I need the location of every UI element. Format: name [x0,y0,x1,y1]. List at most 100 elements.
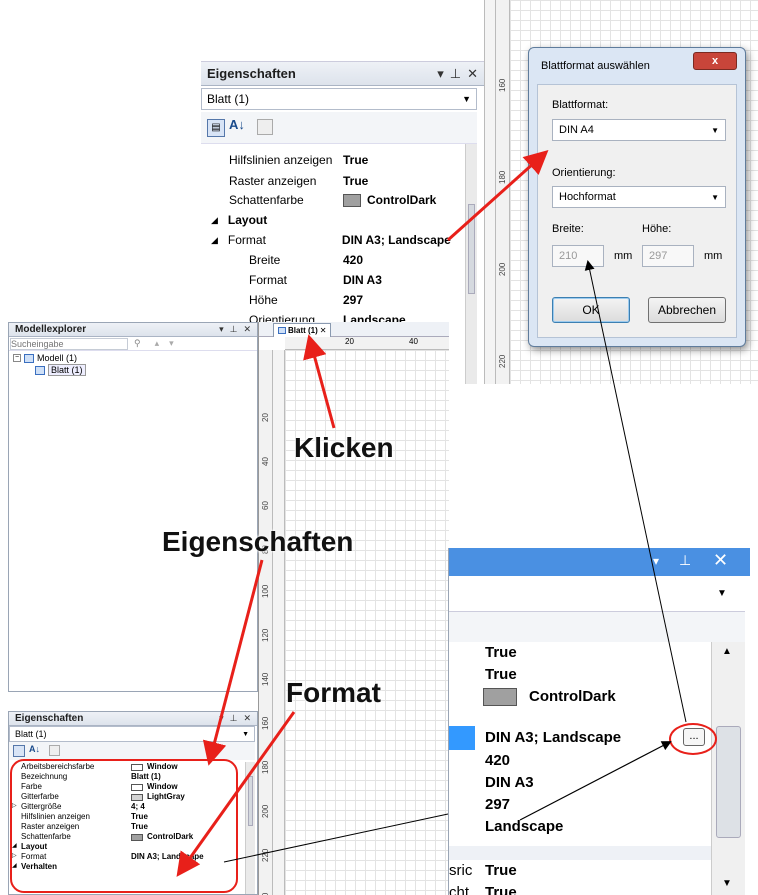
pin-icon[interactable]: ⊥ [450,66,461,82]
dropdown-icon[interactable]: ▾ [653,554,659,568]
bottom-props-scrollbar[interactable] [245,762,255,894]
property-pages-icon[interactable] [49,745,60,756]
categorized-icon[interactable]: ▤ [207,119,225,137]
bottom-props-object-select[interactable]: Blatt (1) ▼ [9,726,255,742]
scrollbar-thumb[interactable] [716,726,741,838]
chevron-down-icon: ▼ [711,192,719,202]
explorer-titlebar: Modellexplorer ▾ ⊥ ✕ [9,323,257,337]
document-tab-strip: Blatt (1) ✕ [259,322,449,337]
page-edge [273,350,285,895]
dialog-titlebar: Blattformat auswählen x [529,48,745,84]
collapse-icon[interactable]: ◢ [211,235,218,246]
scroll-down-icon[interactable]: ▼ [722,878,732,889]
zoom-grid: True True ControlDark DIN A3; Landscape … [449,642,711,895]
prop-row-raster[interactable]: Raster anzeigen True [229,171,465,191]
sort-alpha-icon[interactable]: A↓ [229,117,245,132]
prop-row-hoehe[interactable]: Höhe 297 [249,290,465,310]
format-select[interactable]: DIN A4 ▼ [552,119,726,141]
collapse-icon[interactable]: ◢ [211,215,218,226]
color-swatch [483,688,517,706]
pin-icon[interactable]: ⊥ [679,552,691,569]
sort-alpha-icon[interactable]: A↓ [29,744,40,754]
annotation-eigenschaften: Eigenschaften [162,526,354,557]
annotation-format: Format [286,677,381,708]
tree-node-model[interactable]: − Modell (1) [13,353,86,363]
prop-row-format[interactable]: ◢ Format DIN A3; Landscape [211,230,465,250]
close-tab-icon[interactable]: ✕ [320,326,327,335]
width-label: Breite: [552,223,584,235]
height-unit: mm [704,250,723,262]
pin-dropdown-icon[interactable]: ▾ [437,66,444,82]
dropdown-icon[interactable]: ▾ [219,324,224,335]
annotation-klicken: Klicken [294,432,394,463]
top-vertical-ruler: 160 180 200 220 [496,0,510,384]
model-icon [24,353,34,363]
zoom-titlebar: ▾ ⊥ ✕ [449,548,750,576]
ok-button[interactable]: OK [552,297,630,323]
top-props-object-value: Blatt (1) [207,92,250,106]
format-label: Blattformat: [552,99,609,111]
arrow-down-icon[interactable]: ▾ [169,338,174,349]
scroll-up-icon[interactable]: ▲ [722,646,732,657]
sheet-icon [278,327,286,334]
property-pages-icon[interactable] [257,119,273,135]
top-ruler-strip [484,0,496,384]
prop-row-breite[interactable]: Breite 420 [249,250,465,270]
prop-row-schattenfarbe[interactable]: Schattenfarbe ControlDark [229,190,465,210]
dialog-body: Blattformat: DIN A4 ▼ Orientierung: Hoch… [537,84,737,338]
close-icon[interactable]: ✕ [243,324,251,335]
top-props-header-blank [201,14,484,62]
zoom-scrollbar[interactable]: ▲ ▼ [711,642,745,895]
chevron-down-icon: ▼ [711,125,719,135]
search-input[interactable] [10,337,128,350]
top-props-object-select[interactable]: Blatt (1) ▼ [201,88,477,110]
left-vertical-ruler: 20406080100120140160180200220240 [259,350,273,895]
arrow-up-icon[interactable]: ▴ [155,338,160,349]
top-props-title: Eigenschaften [207,66,296,81]
explorer-search-row: ⚲ ▴ ▾ [9,337,257,351]
binoculars-icon[interactable]: ⚲ [134,338,141,349]
height-field[interactable]: 297 [642,245,694,267]
bottom-props-titlebar: Eigenschaften ▾ ⊥ ✕ [9,712,257,726]
bottom-props-title: Eigenschaften [15,713,84,724]
category-layout[interactable]: ◢ Layout [211,210,465,230]
top-props-scrollbar[interactable] [465,144,477,384]
horizontal-ruler: 20 40 [285,337,449,350]
pin-icon[interactable]: ⊥ [230,713,238,724]
dialog-close-button[interactable]: x [693,52,737,70]
orientation-label: Orientierung: [552,167,616,179]
zoom-inset: ▾ ⊥ ✕ ▼ True True ControlDark DIN A3; La… [448,548,750,895]
top-props-titlebar: Eigenschaften ▾ ⊥ ✕ [201,62,484,86]
zoom-toolbar [449,612,745,642]
scrollbar-thumb[interactable] [248,776,253,826]
width-field[interactable]: 210 [552,245,604,267]
chevron-down-icon: ▼ [717,588,727,599]
ellipsis-highlight [669,723,717,755]
explorer-tree: − Modell (1) Blatt (1) [13,353,86,376]
explorer-title: Modellexplorer [15,324,87,335]
prop-row-hilfslinien[interactable]: Hilfslinien anzeigen True [229,150,465,170]
orientation-select[interactable]: Hochformat ▼ [552,186,726,208]
selection-marker [449,726,475,750]
bottom-props-toolbar: A↓ [9,742,255,760]
dropdown-icon[interactable]: ▾ [219,713,224,724]
sheet-icon [35,365,45,375]
close-icon[interactable]: ✕ [243,713,251,724]
canvas-column: Blatt (1) ✕ 20 40 20 40 60 80 100 120 140 160 18… [258,322,449,895]
close-icon[interactable]: ✕ [713,550,728,571]
tab-blatt[interactable]: Blatt (1) ✕ [273,323,332,337]
close-icon[interactable]: ✕ [467,66,478,82]
categorized-icon[interactable] [13,745,25,757]
collapse-box-icon[interactable]: − [13,354,21,362]
prop-row-subformat[interactable]: Format DIN A3 [249,270,465,290]
dialog-title: Blattformat auswählen [541,60,650,72]
model-explorer-panel: Modellexplorer ▾ ⊥ ✕ ⚲ ▴ ▾ − Modell (1) Bl… [8,322,258,692]
scrollbar-thumb[interactable] [468,204,475,294]
cancel-button[interactable]: Abbrechen [648,297,726,323]
highlight-frame [10,759,238,893]
tree-node-sheet[interactable]: Blatt (1) [35,364,86,376]
zoom-combo[interactable]: ▼ [449,576,745,612]
chevron-down-icon: ▼ [242,730,249,738]
color-swatch [343,193,361,207]
pin-icon[interactable]: ⊥ [230,324,238,335]
